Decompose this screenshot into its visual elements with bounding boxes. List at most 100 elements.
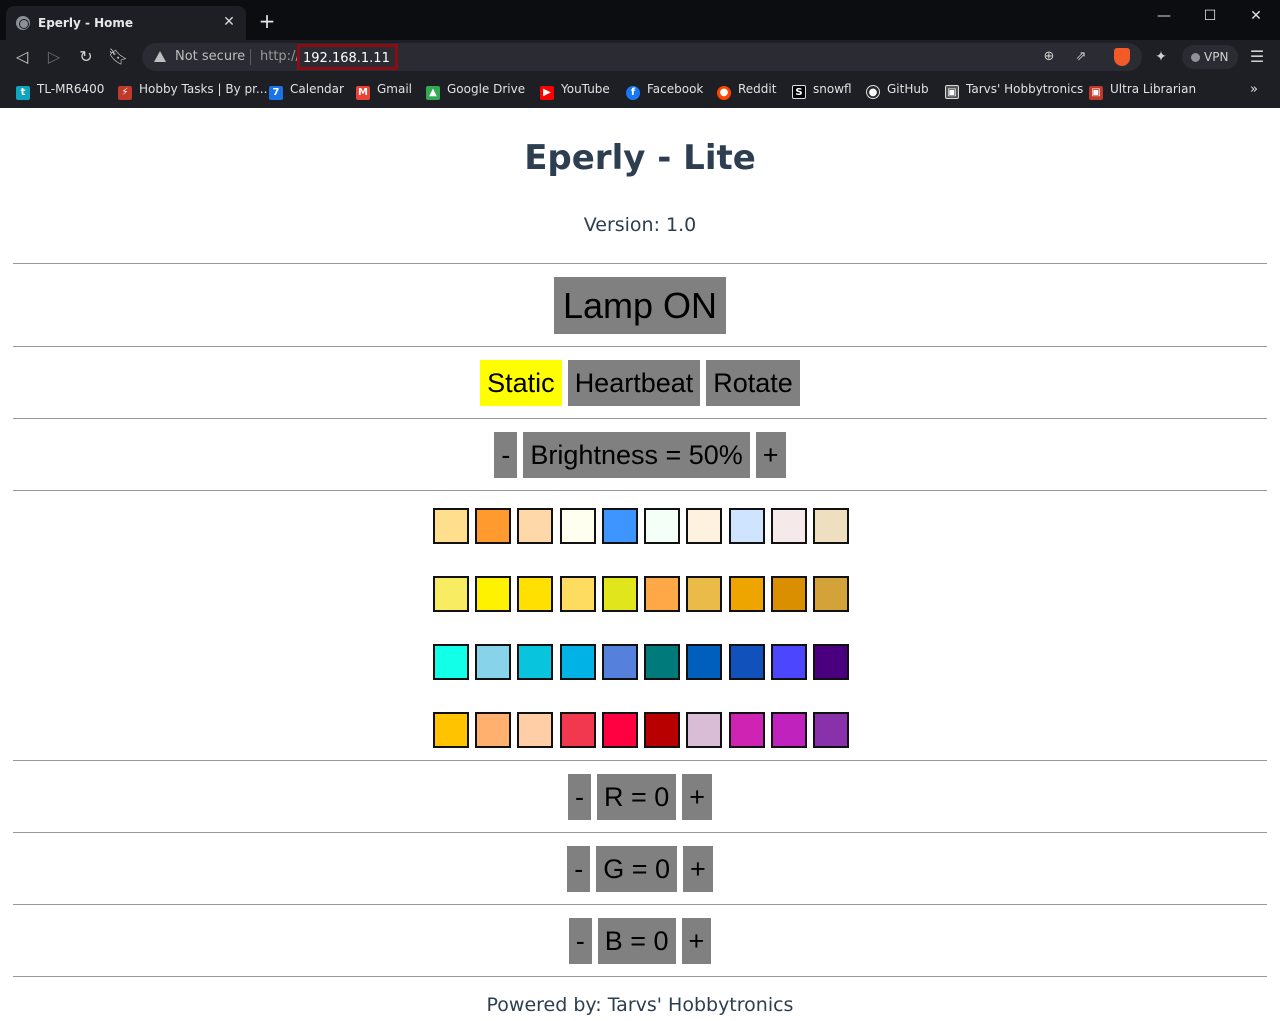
close-tab-icon[interactable]: ✕	[220, 13, 238, 31]
bookmark-calendar[interactable]: 7 Calendar	[269, 82, 344, 100]
reload-button[interactable]: ↻	[74, 46, 98, 68]
divider	[13, 263, 1267, 264]
lamp-toggle-button[interactable]: Lamp ON	[553, 277, 727, 334]
zoom-icon[interactable]: ⊕	[1040, 49, 1058, 65]
mode-static-button[interactable]: Static	[480, 360, 562, 406]
bookmark-page-button[interactable]: 🔖︎	[106, 46, 130, 68]
tab-eperly-home[interactable]: Eperly - Home ✕	[6, 6, 246, 40]
color-swatch-button[interactable]	[559, 712, 596, 748]
color-swatch-button[interactable]	[728, 508, 765, 544]
brightness-decrease-button[interactable]: -	[494, 432, 518, 478]
color-swatch-button[interactable]	[644, 508, 681, 544]
vpn-status-icon	[1191, 53, 1200, 62]
color-swatch-button[interactable]	[686, 576, 723, 612]
back-button[interactable]: ◁	[10, 46, 34, 68]
color-swatch-button[interactable]	[770, 644, 807, 680]
color-swatch-button[interactable]	[601, 576, 638, 612]
minimize-button[interactable]: —	[1142, 4, 1186, 28]
bookmark-hobby-tasks[interactable]: ⚡ Hobby Tasks | By pr...	[118, 82, 267, 100]
color-swatch-button[interactable]	[686, 644, 723, 680]
color-swatch-button[interactable]	[433, 712, 469, 748]
color-swatch-button[interactable]	[475, 508, 512, 544]
color-swatch-button[interactable]	[559, 576, 596, 612]
warning-icon	[154, 51, 166, 62]
color-swatch-button[interactable]	[644, 644, 681, 680]
color-swatch-button[interactable]	[517, 508, 554, 544]
brave-shields-icon[interactable]	[1114, 48, 1130, 66]
github-icon: ●	[866, 85, 880, 99]
color-swatch-button[interactable]	[475, 712, 512, 748]
bookmark-label: Ultra Librarian	[1110, 82, 1197, 96]
color-swatch-button[interactable]	[812, 712, 849, 748]
close-window-button[interactable]: ✕	[1234, 4, 1278, 28]
bookmark-youtube[interactable]: ▶ YouTube	[540, 82, 610, 100]
color-swatch-button[interactable]	[728, 644, 765, 680]
divider	[13, 418, 1267, 419]
bookmark-tarvs-hobbytronics[interactable]: ▣ Tarvs' Hobbytronics	[945, 82, 1083, 100]
color-swatch-button[interactable]	[559, 508, 596, 544]
color-swatch-button[interactable]	[644, 712, 681, 748]
address-bar[interactable]: Not secure http:// 192.168.1.11 ⊕ ⇗	[142, 43, 1142, 71]
bookmarks-bar: t TL-MR6400 ⚡ Hobby Tasks | By pr... 7 Cale…	[0, 74, 1280, 108]
navigation-toolbar: ◁ ▷ ↻ 🔖︎ Not secure http:// 192.168.1.11…	[0, 40, 1280, 74]
share-icon[interactable]: ⇗	[1072, 49, 1090, 65]
divider	[13, 904, 1267, 905]
plug-icon: ⚡	[118, 86, 132, 100]
url-divider	[250, 49, 251, 65]
color-swatch-button[interactable]	[517, 576, 554, 612]
mode-heartbeat-button[interactable]: Heartbeat	[567, 360, 701, 406]
color-swatch-button[interactable]	[728, 576, 765, 612]
forward-button[interactable]: ▷	[42, 46, 66, 68]
red-decrease-button[interactable]: -	[567, 774, 591, 820]
color-swatch-button[interactable]	[770, 508, 807, 544]
color-swatch-button[interactable]	[475, 644, 512, 680]
color-swatch-button[interactable]	[686, 712, 723, 748]
maximize-button[interactable]: ☐	[1188, 4, 1232, 28]
color-swatch-button[interactable]	[433, 508, 469, 544]
menu-icon[interactable]: ☰	[1248, 48, 1266, 66]
bookmark-gmail[interactable]: M Gmail	[356, 82, 412, 100]
color-swatch-button[interactable]	[728, 712, 765, 748]
red-increase-button[interactable]: +	[682, 774, 713, 820]
color-swatch-button[interactable]	[770, 712, 807, 748]
chevron-double-right-icon[interactable]: »	[1250, 82, 1258, 97]
color-swatch-button[interactable]	[770, 576, 807, 612]
color-swatch-button[interactable]	[812, 644, 849, 680]
bookmark-snowfl[interactable]: Ssnowfl	[792, 82, 852, 100]
color-swatch-button[interactable]	[517, 712, 554, 748]
new-tab-button[interactable]: +	[256, 10, 278, 32]
color-swatch-button[interactable]	[517, 644, 554, 680]
bookmark-github[interactable]: ● GitHub	[866, 82, 929, 100]
extensions-icon[interactable]: ✦	[1152, 48, 1170, 66]
blue-decrease-button[interactable]: -	[568, 918, 592, 964]
color-swatch-button[interactable]	[559, 644, 596, 680]
green-increase-button[interactable]: +	[683, 846, 713, 892]
snowfl-icon: S	[792, 85, 806, 99]
color-swatch-button[interactable]	[475, 576, 512, 612]
browser-chrome: Eperly - Home ✕ + — ☐ ✕ ◁ ▷ ↻ 🔖︎ Not sec…	[0, 0, 1280, 108]
bookmark-ultra-librarian[interactable]: ▣ Ultra Librarian	[1089, 82, 1196, 100]
brightness-increase-button[interactable]: +	[755, 432, 786, 478]
color-swatch-button[interactable]	[601, 712, 638, 748]
color-swatch-button[interactable]	[601, 644, 638, 680]
color-swatch-button[interactable]	[433, 576, 469, 612]
color-swatch-button[interactable]	[601, 508, 638, 544]
color-swatch-button[interactable]	[644, 576, 681, 612]
vpn-button[interactable]: VPN	[1182, 45, 1238, 69]
security-label[interactable]: Not secure	[175, 49, 245, 64]
bookmark-google-drive[interactable]: ▲ Google Drive	[426, 82, 525, 100]
divider	[13, 832, 1267, 833]
blue-increase-button[interactable]: +	[681, 918, 712, 964]
green-decrease-button[interactable]: -	[567, 846, 591, 892]
bookmark-facebook[interactable]: f Facebook	[626, 82, 703, 100]
bookmark-tl-mr6400[interactable]: t TL-MR6400	[16, 82, 104, 100]
color-swatch-button[interactable]	[686, 508, 723, 544]
drive-icon: ▲	[426, 86, 440, 100]
color-swatch-button[interactable]	[812, 576, 849, 612]
color-swatch-button[interactable]	[433, 644, 469, 680]
mode-rotate-button[interactable]: Rotate	[706, 360, 800, 406]
version-text: Version: 1.0	[583, 214, 697, 236]
bookmark-reddit[interactable]: ● Reddit	[717, 82, 776, 100]
tplink-icon: t	[16, 86, 30, 100]
color-swatch-button[interactable]	[812, 508, 849, 544]
